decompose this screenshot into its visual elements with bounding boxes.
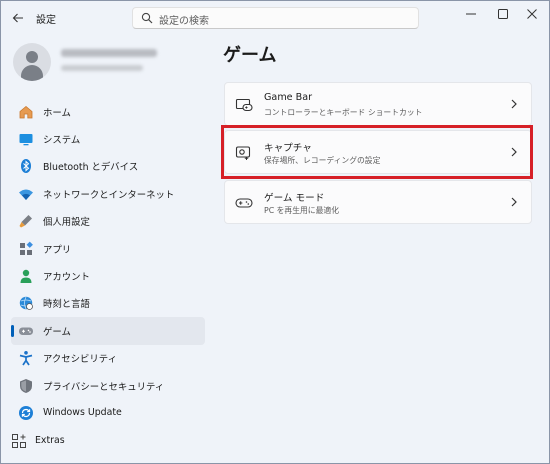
sidebar-item-accessibility[interactable]: アクセシビリティ — [11, 345, 205, 372]
home-icon — [19, 105, 33, 119]
sidebar-item-label: Windows Update — [43, 407, 122, 419]
sidebar-item-label: アカウント — [43, 272, 90, 284]
capture-icon — [235, 146, 251, 160]
search-input[interactable]: 設定の検索 — [132, 7, 419, 29]
title-bar: 設定 設定の検索 — [1, 1, 549, 35]
card-title: キャプチャ — [264, 143, 312, 154]
time-language-icon — [19, 297, 33, 311]
back-arrow-icon — [12, 13, 23, 23]
extras-icon — [12, 434, 26, 448]
minimize-button[interactable] — [458, 5, 484, 23]
apps-icon — [20, 241, 33, 255]
extras-item[interactable]: Extras — [11, 433, 111, 449]
sidebar-item-home[interactable]: ホーム — [11, 98, 205, 125]
gaming-icon — [19, 327, 33, 335]
page-title: ゲーム — [223, 45, 277, 66]
sidebar-item-windows-update[interactable]: Windows Update — [11, 399, 205, 426]
privacy-shield-icon — [20, 378, 32, 393]
user-profile[interactable] — [13, 43, 203, 83]
close-button[interactable] — [519, 5, 545, 23]
capture-card[interactable]: キャプチャ 保存場所、レコーディングの設定 — [224, 130, 532, 174]
sidebar-item-label: 時刻と言語 — [43, 299, 90, 311]
sidebar-item-personalization[interactable]: 個人用設定 — [11, 208, 205, 235]
game-mode-icon — [235, 198, 253, 208]
sidebar-item-label: 個人用設定 — [43, 217, 90, 229]
sidebar-item-label: アクセシビリティ — [43, 354, 117, 366]
settings-window: 設定 設定の検索 ホーム システム Bluetooth とデバイス ネットワーク… — [0, 0, 550, 464]
sidebar-item-label: ゲーム — [43, 326, 71, 338]
back-button[interactable] — [9, 9, 27, 27]
card-title: Game Bar — [264, 92, 313, 103]
avatar — [13, 43, 51, 81]
sidebar-item-label: プライバシーとセキュリティ — [43, 381, 165, 393]
sidebar-item-gaming[interactable]: ゲーム — [11, 317, 205, 345]
card-description: PC を再生用に最適化 — [264, 206, 339, 215]
windows-update-icon — [19, 405, 33, 420]
profile-name-blurred — [61, 49, 157, 57]
sidebar-item-bluetooth[interactable]: Bluetooth とデバイス — [11, 153, 205, 180]
sidebar-item-system[interactable]: システム — [11, 125, 205, 152]
sidebar-item-label: ネットワークとインターネット — [43, 189, 175, 201]
sidebar-item-time-language[interactable]: 時刻と言語 — [11, 290, 205, 317]
chevron-right-icon — [511, 99, 517, 109]
card-description: 保存場所、レコーディングの設定 — [264, 156, 381, 165]
sidebar-item-apps[interactable]: アプリ — [11, 235, 205, 262]
sidebar-item-label: ホーム — [43, 107, 71, 119]
app-title: 設定 — [36, 15, 56, 26]
account-icon — [20, 269, 32, 284]
extras-label: Extras — [35, 435, 65, 446]
game-mode-card[interactable]: ゲーム モード PC を再生用に最適化 — [224, 180, 532, 224]
chevron-right-icon — [511, 197, 517, 207]
sidebar-item-network[interactable]: ネットワークとインターネット — [11, 180, 205, 207]
bluetooth-icon — [21, 159, 31, 174]
search-icon — [141, 12, 153, 24]
accessibility-icon — [19, 351, 33, 366]
close-icon — [527, 9, 537, 19]
profile-email-blurred — [61, 65, 143, 71]
maximize-button[interactable] — [490, 5, 516, 23]
maximize-icon — [498, 9, 508, 19]
sidebar-nav: ホーム システム Bluetooth とデバイス ネットワークとインターネット — [11, 98, 205, 427]
card-title: ゲーム モード — [264, 193, 325, 204]
system-icon — [19, 134, 33, 146]
card-description: コントローラーとキーボード ショートカット — [264, 108, 423, 117]
sidebar-item-label: システム — [43, 135, 81, 147]
sidebar-item-label: Bluetooth とデバイス — [43, 162, 139, 174]
search-placeholder: 設定の検索 — [159, 16, 209, 27]
network-icon — [19, 189, 33, 200]
sidebar-item-privacy-security[interactable]: プライバシーとセキュリティ — [11, 372, 205, 399]
minimize-icon — [466, 13, 476, 15]
sidebar-item-label: アプリ — [43, 244, 72, 256]
game-bar-icon — [235, 98, 253, 112]
game-bar-card[interactable]: Game Bar コントローラーとキーボード ショートカット — [224, 82, 532, 126]
personalization-icon — [19, 215, 32, 228]
sidebar-item-accounts[interactable]: アカウント — [11, 262, 205, 289]
chevron-right-icon — [511, 147, 517, 157]
